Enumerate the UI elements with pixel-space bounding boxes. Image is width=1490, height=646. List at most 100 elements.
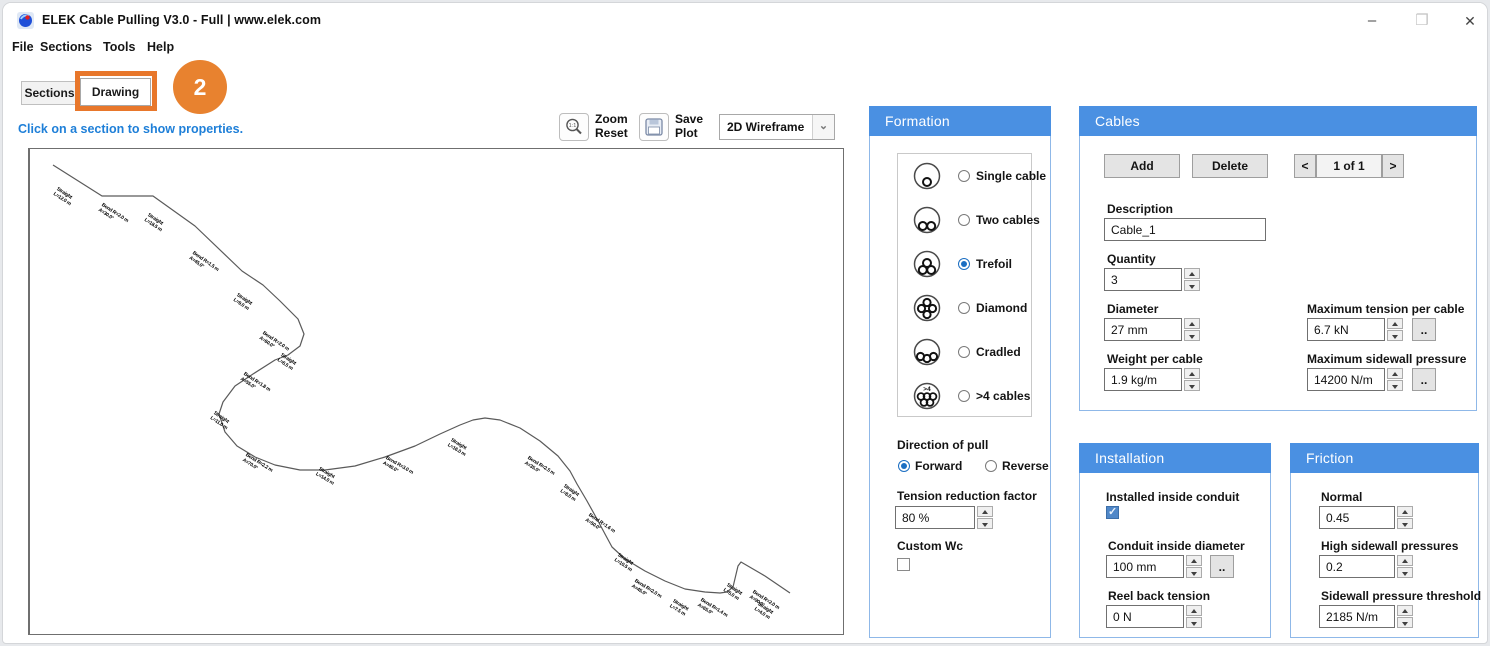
quantity-spinner[interactable] [1184, 268, 1200, 291]
menu-file[interactable]: File [12, 40, 34, 58]
max-sidewall-spinner[interactable] [1387, 368, 1403, 391]
cable-pager: 1 of 1 [1316, 154, 1382, 178]
description-label: Description [1107, 202, 1173, 216]
maximize-button[interactable]: ❒ [1407, 11, 1437, 33]
save-plot-button[interactable]: Save Plot [639, 113, 703, 141]
prev-cable-button[interactable]: < [1294, 154, 1316, 178]
max-tension-spinner[interactable] [1387, 318, 1403, 341]
conduit-diameter-label: Conduit inside diameter [1108, 539, 1245, 553]
custom-wc-label: Custom Wc [897, 539, 963, 553]
app-window: ELEK Cable Pulling V3.0 - Full | www.ele… [2, 2, 1488, 644]
direction-of-pull-label: Direction of pull [897, 438, 988, 452]
weight-per-cable-spinner[interactable] [1184, 368, 1200, 391]
weight-per-cable-label: Weight per cable [1107, 352, 1203, 366]
conduit-diameter-input[interactable]: 100 mm [1106, 555, 1184, 578]
friction-high-label: High sidewall pressures [1321, 539, 1458, 553]
gt4-icon-text: >4 [923, 386, 931, 393]
conduit-diameter-spinner[interactable] [1186, 555, 1202, 578]
svg-text:1:1: 1:1 [569, 123, 577, 129]
single-cable-label: Single cable [976, 169, 1046, 183]
max-tension-input[interactable]: 6.7 kN [1307, 318, 1385, 341]
max-sidewall-input[interactable]: 14200 N/m [1307, 368, 1385, 391]
drawing-canvas[interactable]: Straight L=12.0 mBend R=2.0 m A=30.0°Str… [28, 148, 844, 635]
two-cables-label: Two cables [976, 213, 1040, 227]
delete-cable-button[interactable]: Delete [1192, 154, 1268, 178]
custom-wc-checkbox[interactable] [897, 558, 910, 571]
radio-gt4-cables[interactable] [958, 390, 970, 402]
friction-threshold-label: Sidewall pressure threshold [1321, 589, 1481, 603]
radio-reverse[interactable] [985, 460, 997, 472]
friction-normal-label: Normal [1321, 490, 1362, 504]
save-plot-label-line2: Plot [675, 126, 698, 140]
annotation-step-badge: 2 [173, 60, 227, 114]
trefoil-icon [912, 249, 942, 279]
cables-panel-header: Cables [1079, 106, 1477, 136]
add-cable-button[interactable]: Add [1104, 154, 1180, 178]
diameter-label: Diameter [1107, 302, 1158, 316]
conduit-diameter-more-button[interactable]: .. [1210, 555, 1234, 578]
menu-tools[interactable]: Tools [103, 40, 135, 58]
zoom-reset-label-line1: Zoom [595, 112, 628, 126]
zoom-reset-icon: 1:1 [559, 113, 589, 141]
zoom-reset-button[interactable]: 1:1 Zoom Reset [559, 113, 628, 141]
view-mode-dropdown[interactable]: 2D Wireframe ⌄ [719, 114, 835, 140]
forward-label: Forward [915, 459, 962, 473]
friction-panel-header: Friction [1290, 443, 1479, 473]
friction-normal-spinner[interactable] [1397, 506, 1413, 529]
close-button[interactable]: ✕ [1455, 11, 1485, 33]
tab-sections[interactable]: Sections [21, 81, 78, 105]
max-tension-more-button[interactable]: .. [1412, 318, 1436, 341]
installation-panel-header: Installation [1079, 443, 1271, 473]
route-polyline [53, 165, 790, 593]
menu-sections[interactable]: Sections [40, 40, 92, 58]
friction-normal-input[interactable]: 0.45 [1319, 506, 1395, 529]
radio-forward[interactable] [898, 460, 910, 472]
friction-high-spinner[interactable] [1397, 555, 1413, 578]
installation-panel: Installation Installed inside conduit Co… [1079, 443, 1271, 638]
tension-reduction-spinner[interactable] [977, 506, 993, 529]
inside-conduit-checkbox[interactable] [1106, 506, 1119, 519]
friction-threshold-spinner[interactable] [1397, 605, 1413, 628]
chevron-down-icon: ⌄ [812, 115, 834, 139]
reverse-label: Reverse [1002, 459, 1049, 473]
radio-cradled[interactable] [958, 346, 970, 358]
cables-panel: Cables Add Delete < 1 of 1 > Description… [1079, 106, 1477, 411]
radio-two-cables[interactable] [958, 214, 970, 226]
hint-text: Click on a section to show properties. [18, 122, 243, 136]
friction-threshold-input[interactable]: 2185 N/m [1319, 605, 1395, 628]
tension-reduction-input[interactable]: 80 % [895, 506, 975, 529]
friction-high-input[interactable]: 0.2 [1319, 555, 1395, 578]
weight-per-cable-input[interactable]: 1.9 kg/m [1104, 368, 1182, 391]
title-bar: ELEK Cable Pulling V3.0 - Full | www.ele… [3, 3, 1487, 37]
max-tension-label: Maximum tension per cable [1307, 302, 1464, 316]
formation-options-group: Single cable Two cables Trefoil [897, 153, 1032, 417]
two-cables-icon [912, 205, 942, 235]
tension-reduction-label: Tension reduction factor [897, 489, 1037, 503]
window-title: ELEK Cable Pulling V3.0 - Full | www.ele… [42, 13, 321, 27]
trefoil-label: Trefoil [976, 257, 1012, 271]
quantity-input[interactable]: 3 [1104, 268, 1182, 291]
page: ELEK Cable Pulling V3.0 - Full | www.ele… [0, 0, 1490, 646]
radio-diamond[interactable] [958, 302, 970, 314]
formation-panel-header: Formation [869, 106, 1051, 136]
reel-back-input[interactable]: 0 N [1106, 605, 1184, 628]
formation-panel: Formation Single cable Two cables [869, 106, 1051, 638]
reel-back-spinner[interactable] [1186, 605, 1202, 628]
diameter-spinner[interactable] [1184, 318, 1200, 341]
quantity-label: Quantity [1107, 252, 1156, 266]
max-sidewall-more-button[interactable]: .. [1412, 368, 1436, 391]
view-mode-value: 2D Wireframe [720, 120, 812, 134]
diamond-icon [912, 293, 942, 323]
diameter-input[interactable]: 27 mm [1104, 318, 1182, 341]
minimize-button[interactable]: – [1357, 11, 1387, 33]
save-plot-label-line1: Save [675, 112, 703, 126]
menu-bar: File Sections Tools Help [3, 37, 1487, 61]
save-icon [639, 113, 669, 141]
max-sidewall-label: Maximum sidewall pressure [1307, 352, 1466, 366]
description-input[interactable]: Cable_1 [1104, 218, 1266, 241]
radio-single-cable[interactable] [958, 170, 970, 182]
radio-trefoil[interactable] [958, 258, 970, 270]
menu-help[interactable]: Help [147, 40, 174, 58]
cradled-icon [912, 337, 942, 367]
next-cable-button[interactable]: > [1382, 154, 1404, 178]
